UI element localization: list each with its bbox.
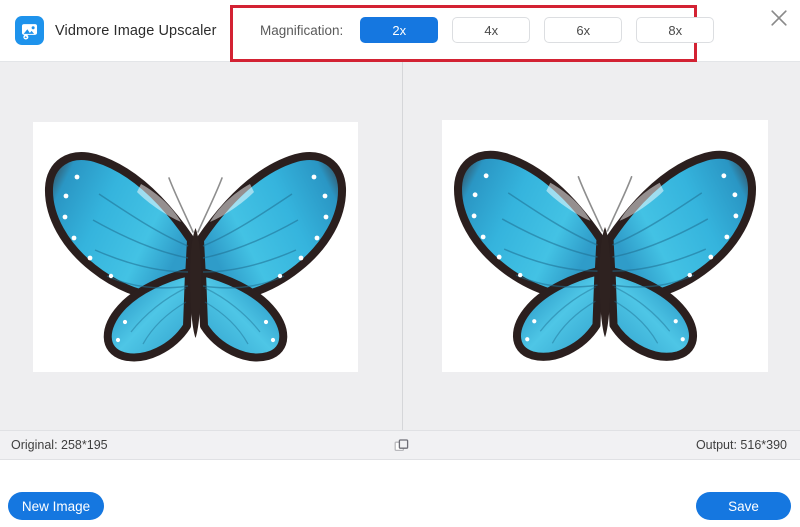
upscaled-preview-pane [403, 62, 800, 430]
footer-bar: New Image Save [0, 460, 800, 527]
new-image-button[interactable]: New Image [8, 492, 104, 520]
image-photo-icon [15, 16, 44, 45]
app-header: Vidmore Image Upscaler Magnification: 2x… [0, 0, 800, 62]
magnification-label: Magnification: [260, 22, 344, 38]
compare-squares-icon[interactable] [391, 437, 413, 455]
output-size-label: Output: 516*390 [695, 438, 787, 452]
original-image[interactable] [33, 122, 358, 372]
magnification-option-6x[interactable]: 6x [544, 17, 623, 43]
magnification-option-2x[interactable]: 2x [360, 17, 439, 43]
original-size-label: Original: 258*195 [11, 438, 108, 452]
original-preview-pane [0, 62, 402, 430]
magnification-control-group: Magnification: 2x 4x 6x 8x [260, 17, 715, 43]
image-upscaler-window: Vidmore Image Upscaler Magnification: 2x… [0, 0, 800, 527]
app-title: Vidmore Image Upscaler [55, 22, 217, 39]
magnification-option-8x[interactable]: 8x [636, 17, 715, 43]
close-icon[interactable] [766, 5, 792, 31]
upscaled-image[interactable] [442, 120, 768, 372]
app-brand: Vidmore Image Upscaler [15, 16, 217, 45]
magnification-option-4x[interactable]: 4x [452, 17, 531, 43]
save-button[interactable]: Save [696, 492, 791, 520]
preview-stage [0, 62, 800, 430]
status-bar: Original: 258*195 Output: 516*390 [0, 430, 800, 460]
